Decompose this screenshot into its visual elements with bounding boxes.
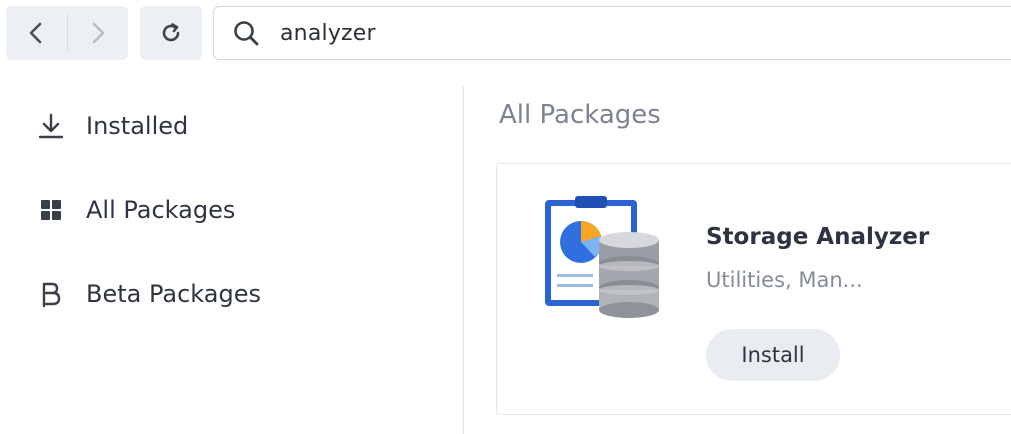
section-title: All Packages (499, 100, 661, 130)
storage-analyzer-icon (545, 196, 659, 318)
chevron-right-icon (92, 22, 105, 44)
sidebar-item-all-packages[interactable]: All Packages (36, 190, 235, 230)
sidebar-item-label: Beta Packages (86, 280, 261, 308)
beta-icon (36, 279, 66, 309)
refresh-icon (162, 23, 180, 42)
package-card[interactable]: Storage Analyzer Utilities, Man... Insta… (496, 163, 1011, 415)
search-icon (232, 18, 262, 48)
package-category: Utilities, Man... (706, 268, 863, 292)
package-name[interactable]: Storage Analyzer (706, 224, 929, 250)
sidebar-item-installed[interactable]: Installed (36, 106, 188, 146)
search-query-text[interactable]: analyzer (280, 21, 376, 46)
install-button[interactable]: Install (706, 329, 840, 381)
forward-button[interactable] (67, 6, 128, 60)
nav-button-group (6, 6, 128, 60)
search-input[interactable]: analyzer (213, 6, 1011, 60)
sidebar-item-label: Installed (86, 112, 189, 140)
grid-icon (36, 195, 66, 225)
chevron-left-icon (29, 22, 42, 44)
download-icon (36, 111, 66, 141)
sidebar-divider (463, 86, 464, 434)
refresh-button[interactable] (140, 6, 202, 60)
sidebar-item-label: All Packages (86, 196, 236, 224)
back-button[interactable] (6, 6, 67, 60)
sidebar-item-beta-packages[interactable]: Beta Packages (36, 274, 261, 314)
